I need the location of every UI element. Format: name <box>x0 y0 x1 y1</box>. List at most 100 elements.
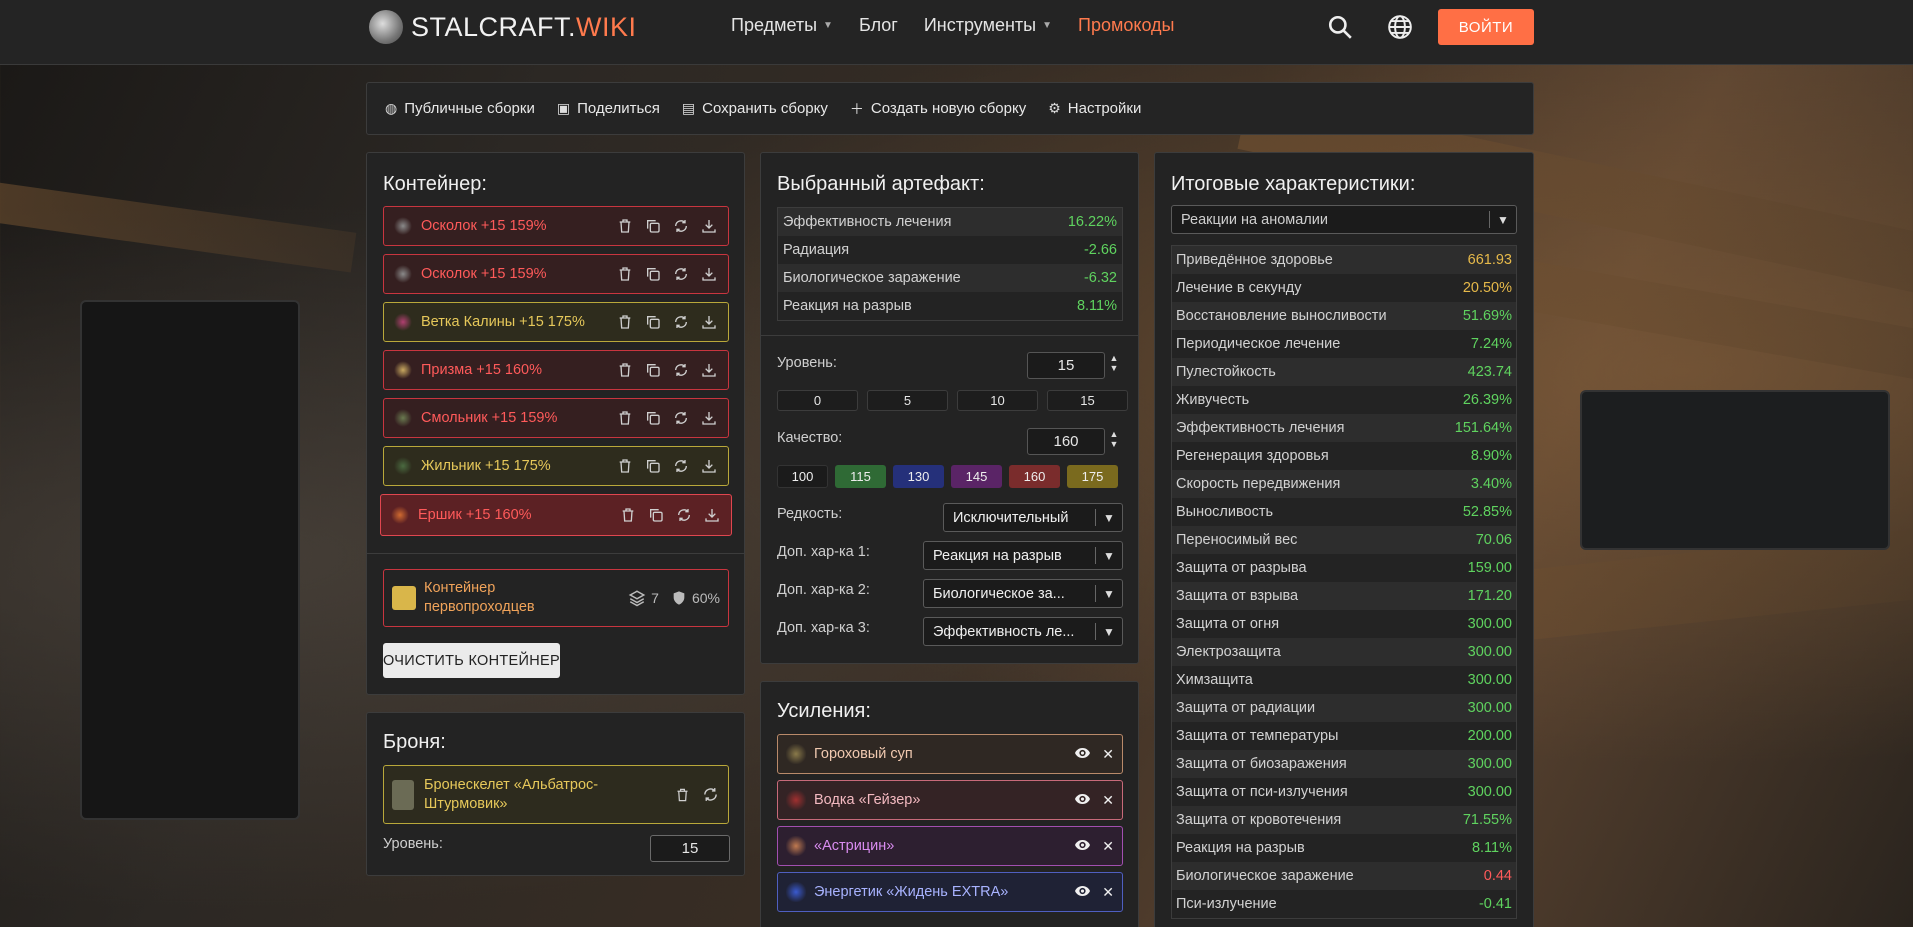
result-title: Итоговые характеристики: <box>1171 173 1416 195</box>
level-preset-button[interactable]: 0 <box>777 390 858 411</box>
quality-preset-button[interactable]: 100 <box>777 465 828 488</box>
result-stat-row: Приведённое здоровье 661.93 <box>1172 246 1516 274</box>
download-icon[interactable] <box>699 217 718 236</box>
quality-preset-button[interactable]: 175 <box>1067 465 1118 488</box>
rarity-select[interactable]: Исключительный ▼ <box>943 503 1123 532</box>
nav-links: Предметы ▼ Блог Инструменты ▼ Промокоды <box>731 15 1175 36</box>
trash-icon[interactable] <box>615 265 634 284</box>
extra1-select[interactable]: Реакция на разрыв ▼ <box>923 541 1123 570</box>
download-icon[interactable] <box>699 409 718 428</box>
top-navbar: STALCRAFT.WIKI Предметы ▼ Блог Инструменты ▼… <box>0 0 1913 65</box>
level-preset-button[interactable]: 15 <box>1047 390 1128 411</box>
site-logo[interactable]: STALCRAFT.WIKI <box>369 10 637 44</box>
swap-icon[interactable] <box>671 361 690 380</box>
trash-icon[interactable] <box>615 361 634 380</box>
create-build-button[interactable]: ＋ Создать новую сборку <box>850 99 1026 119</box>
artifact-row[interactable]: Жильник +15 175% <box>383 446 729 486</box>
result-stat-row: Пси-излучение -0.41 <box>1172 890 1516 918</box>
artifact-row[interactable]: Ветка Калины +15 175% <box>383 302 729 342</box>
trash-icon[interactable] <box>615 217 634 236</box>
quality-preset-button[interactable]: 160 <box>1009 465 1060 488</box>
result-stat-value: 171.20 <box>1467 588 1512 604</box>
close-icon[interactable]: ✕ <box>1102 838 1114 855</box>
quality-stepper[interactable]: ▲ ▼ <box>1108 429 1120 449</box>
boost-name: Гороховый суп <box>814 746 913 762</box>
armor-level-input[interactable]: 15 <box>650 835 730 862</box>
result-stat-row: Защита от биозаражения 300.00 <box>1172 750 1516 778</box>
artifact-row[interactable]: Ершик +15 160% <box>380 494 732 536</box>
boost-row[interactable]: «Астрицин» ✕ <box>777 826 1123 866</box>
download-icon[interactable] <box>699 313 718 332</box>
copy-icon[interactable] <box>643 313 662 332</box>
eye-icon[interactable] <box>1075 792 1091 809</box>
swap-icon[interactable] <box>671 313 690 332</box>
close-icon[interactable]: ✕ <box>1102 746 1114 763</box>
download-icon[interactable] <box>702 506 721 525</box>
swap-icon[interactable] <box>671 217 690 236</box>
globe-icon[interactable] <box>1387 14 1413 40</box>
eye-icon[interactable] <box>1075 838 1091 855</box>
extra2-select[interactable]: Биологическое за... ▼ <box>923 579 1123 608</box>
result-stat-label: Переносимый вес <box>1176 532 1298 548</box>
swap-icon[interactable] <box>701 785 720 804</box>
share-button[interactable]: ▣ Поделиться <box>557 100 660 117</box>
trash-icon[interactable] <box>615 313 634 332</box>
result-stat-label: Регенерация здоровья <box>1176 448 1329 464</box>
copy-icon[interactable] <box>643 217 662 236</box>
close-icon[interactable]: ✕ <box>1102 792 1114 809</box>
close-icon[interactable]: ✕ <box>1102 884 1114 901</box>
container-item[interactable]: Контейнер первопроходцев 7 60% <box>383 569 729 627</box>
artifact-row[interactable]: Осколок +15 159% <box>383 206 729 246</box>
level-stepper[interactable]: ▲ ▼ <box>1108 353 1120 373</box>
boost-row[interactable]: Водка «Гейзер» ✕ <box>777 780 1123 820</box>
copy-icon[interactable] <box>643 361 662 380</box>
logo-icon <box>369 10 403 44</box>
save-build-button[interactable]: ▤ Сохранить сборку <box>682 100 828 117</box>
boost-row[interactable]: Энергетик «Жидень EXTRA» ✕ <box>777 872 1123 912</box>
swap-icon[interactable] <box>671 265 690 284</box>
trash-icon[interactable] <box>673 785 692 804</box>
download-icon[interactable] <box>699 361 718 380</box>
stat-value: -6.32 <box>1083 270 1117 286</box>
eye-icon[interactable] <box>1075 884 1091 901</box>
download-icon[interactable] <box>699 265 718 284</box>
copy-icon[interactable] <box>643 457 662 476</box>
login-button[interactable]: ВОЙТИ <box>1438 9 1534 45</box>
result-filter-select[interactable]: Реакции на аномалии ▼ <box>1171 205 1517 234</box>
trash-icon[interactable] <box>618 506 637 525</box>
search-icon[interactable] <box>1327 14 1353 40</box>
quality-input[interactable]: 160 <box>1027 428 1105 455</box>
nav-item[interactable]: Промокоды <box>1078 15 1174 36</box>
nav-item[interactable]: Блог <box>859 15 898 36</box>
swap-icon[interactable] <box>671 457 690 476</box>
result-stat-value: 0.44 <box>1483 868 1512 884</box>
level-input[interactable]: 15 <box>1027 352 1105 379</box>
level-preset-button[interactable]: 5 <box>867 390 948 411</box>
level-preset-button[interactable]: 10 <box>957 390 1038 411</box>
quality-preset-button[interactable]: 145 <box>951 465 1002 488</box>
clear-container-button[interactable]: ОЧИСТИТЬ КОНТЕЙНЕР <box>383 643 560 678</box>
public-builds-button[interactable]: ◍ Публичные сборки <box>385 100 535 117</box>
extra3-label: Доп. хар-ка 3: <box>777 620 870 636</box>
swap-icon[interactable] <box>671 409 690 428</box>
copy-icon[interactable] <box>646 506 665 525</box>
trash-icon[interactable] <box>615 457 634 476</box>
trash-icon[interactable] <box>615 409 634 428</box>
download-icon[interactable] <box>699 457 718 476</box>
boost-row[interactable]: Гороховый суп ✕ <box>777 734 1123 774</box>
extra3-select[interactable]: Эффективность ле... ▼ <box>923 617 1123 646</box>
nav-item[interactable]: Предметы ▼ <box>731 15 833 36</box>
eye-icon[interactable] <box>1075 746 1091 763</box>
swap-icon[interactable] <box>674 506 693 525</box>
artifact-row[interactable]: Смольник +15 159% <box>383 398 729 438</box>
artifact-row[interactable]: Осколок +15 159% <box>383 254 729 294</box>
result-stat-row: Живучесть 26.39% <box>1172 386 1516 414</box>
quality-preset-button[interactable]: 115 <box>835 465 886 488</box>
copy-icon[interactable] <box>643 409 662 428</box>
settings-button[interactable]: ⚙ Настройки <box>1048 100 1141 117</box>
nav-item[interactable]: Инструменты ▼ <box>924 15 1052 36</box>
armor-item[interactable]: Бронескелет «Альбатрос- Штурмовик» <box>383 765 729 824</box>
copy-icon[interactable] <box>643 265 662 284</box>
artifact-row[interactable]: Призма +15 160% <box>383 350 729 390</box>
quality-preset-button[interactable]: 130 <box>893 465 944 488</box>
